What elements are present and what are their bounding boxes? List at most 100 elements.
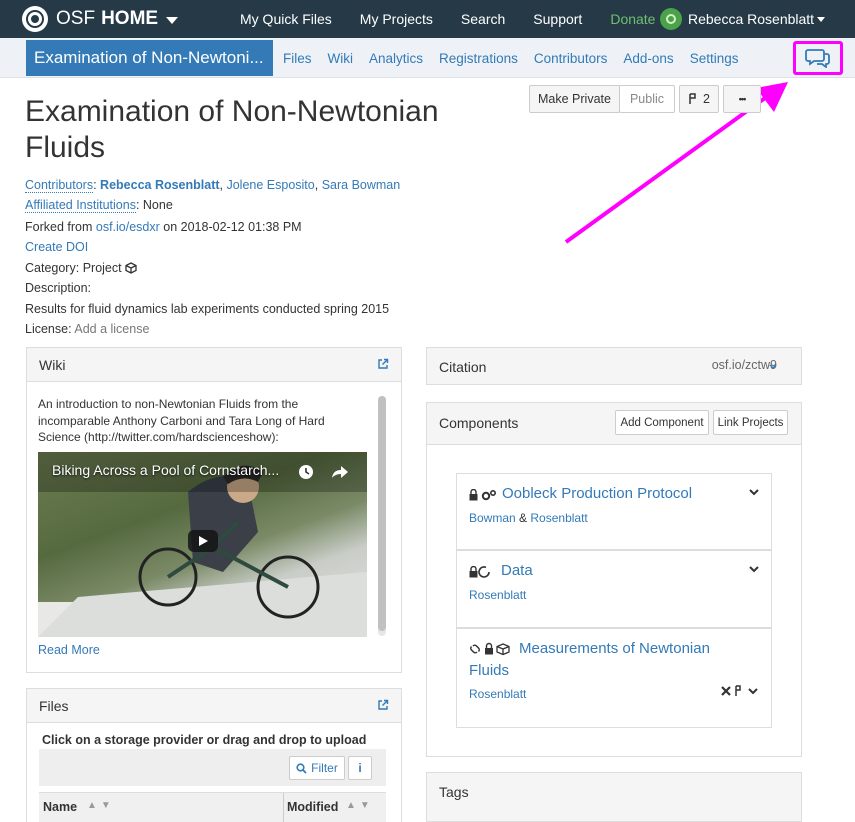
osf-logo-icon (22, 6, 48, 32)
chevron-down-icon (769, 364, 777, 370)
link-projects-button[interactable]: Link Projects (713, 410, 788, 435)
nav-my-projects[interactable]: My Projects (360, 11, 433, 27)
contributor-link[interactable]: Jolene Esposito (226, 178, 314, 192)
affiliated-label[interactable]: Affiliated Institutions (25, 198, 136, 213)
component-title-link[interactable]: Measurements of Newtonian (519, 640, 710, 657)
external-link-icon[interactable] (377, 358, 389, 370)
cube-icon (125, 262, 137, 274)
affiliated-line: Affiliated Institutions: None (25, 198, 173, 212)
wiki-scroll-thumb[interactable] (378, 396, 386, 631)
license-label: License: (25, 322, 72, 336)
chevron-down-icon[interactable] (748, 488, 760, 496)
files-panel-header: Files (27, 689, 401, 723)
tags-panel: Tags (426, 772, 802, 822)
contributor-link[interactable]: Rosenblatt (530, 511, 587, 525)
project-nav-title[interactable]: Examination of Non-Newtoni... (26, 40, 273, 76)
video-player[interactable]: Biking Across a Pool of Cornstarch... (38, 452, 367, 637)
add-license-link[interactable]: Add a license (74, 322, 149, 336)
sort-arrows-icon[interactable]: ▲▼ (87, 800, 115, 811)
caret-down-icon (817, 17, 825, 22)
tags-title: Tags (439, 784, 469, 800)
contributor-link[interactable]: Rosenblatt (469, 588, 526, 602)
make-private-button[interactable]: Make Private (529, 85, 620, 113)
citation-url: osf.io/zctw9 (712, 358, 777, 372)
contributors-label[interactable]: Contributors (25, 178, 93, 193)
nav-my-quick-files[interactable]: My Quick Files (240, 11, 332, 27)
create-doi-link[interactable]: Create DOI (25, 240, 88, 254)
col-modified[interactable]: Modified (287, 800, 338, 814)
watch-later-icon[interactable] (298, 464, 314, 480)
contributor-link[interactable]: Sara Bowman (322, 178, 401, 192)
filter-button[interactable]: Filter (289, 756, 345, 780)
filter-label: Filter (311, 761, 338, 775)
osf-home-brand[interactable]: OSF HOME (22, 0, 178, 38)
description-text: Results for fluid dynamics lab experimen… (25, 302, 389, 316)
component-contributors: Bowman & Rosenblatt (469, 511, 588, 525)
wiki-panel-header: Wiki (27, 348, 401, 382)
lock-circle-icon (469, 566, 493, 578)
share-icon[interactable] (331, 464, 349, 480)
component-item: Oobleck Production Protocol Bowman & Ros… (456, 473, 772, 550)
files-panel-title: Files (39, 698, 69, 714)
user-menu[interactable]: Rebecca Rosenblatt (660, 0, 825, 38)
project-navbar: Examination of Non-Newtoni... Files Wiki… (0, 38, 855, 78)
col-name[interactable]: Name (43, 800, 77, 814)
create-doi-line: Create DOI (25, 240, 88, 254)
video-title[interactable]: Biking Across a Pool of Cornstarch... (52, 462, 279, 478)
ampersand: & (519, 511, 527, 525)
remove-fork-chevron-icons[interactable] (721, 685, 761, 697)
tab-add-ons[interactable]: Add-ons (623, 51, 673, 66)
forked-prefix: Forked from (25, 220, 92, 234)
contributor-link[interactable]: Rosenblatt (469, 687, 526, 701)
tab-files[interactable]: Files (283, 51, 312, 66)
forked-line: Forked from osf.io/esdxr on 2018-02-12 0… (25, 220, 302, 234)
affiliated-value: None (143, 198, 173, 212)
user-name: Rebecca Rosenblatt (688, 11, 814, 27)
comments-button[interactable] (793, 41, 843, 75)
tab-settings[interactable]: Settings (690, 51, 739, 66)
public-button[interactable]: Public (619, 85, 675, 113)
info-button[interactable]: i (348, 756, 372, 780)
contributor-link[interactable]: Rebecca Rosenblatt (100, 178, 219, 192)
chevron-down-icon[interactable] (748, 565, 760, 573)
citation-panel[interactable]: Citation osf.io/zctw9 (426, 347, 802, 385)
files-table-header: Name ▲▼ Modified ▲▼ (39, 792, 386, 822)
tab-analytics[interactable]: Analytics (369, 51, 423, 66)
external-link-icon[interactable] (377, 699, 389, 711)
components-title: Components (439, 415, 518, 431)
contributor-link[interactable]: Bowman (469, 511, 516, 525)
nav-donate[interactable]: Donate (610, 11, 655, 27)
sort-arrows-icon[interactable]: ▲▼ (346, 800, 374, 811)
column-divider (283, 793, 284, 822)
comments-icon (805, 48, 831, 68)
link-lock-cube-icon (469, 642, 513, 656)
play-button[interactable] (188, 530, 218, 552)
component-title-link[interactable]: Oobleck Production Protocol (502, 485, 692, 502)
files-toolbar: Filter i (39, 749, 386, 786)
tab-wiki[interactable]: Wiki (328, 51, 354, 66)
component-item: Measurements of Newtonian Fluids Rosenbl… (456, 628, 772, 728)
category-label: Category: (25, 261, 79, 275)
tab-registrations[interactable]: Registrations (439, 51, 518, 66)
caret-down-icon (166, 17, 178, 24)
read-more-link[interactable]: Read More (38, 643, 100, 657)
category-value: Project (83, 261, 122, 275)
component-title-link-cont[interactable]: Fluids (469, 662, 509, 679)
component-item: Data Rosenblatt (456, 550, 772, 628)
brand-osf: OSF (56, 8, 95, 30)
forks-button[interactable]: 2 (679, 85, 719, 113)
forked-suffix: on 2018-02-12 01:38 PM (163, 220, 301, 234)
component-title-link[interactable]: Data (501, 562, 533, 579)
nav-search[interactable]: Search (461, 11, 505, 27)
add-component-button[interactable]: Add Component (615, 410, 709, 435)
fork-icon (688, 93, 698, 105)
category-line: Category: Project (25, 261, 137, 275)
upload-hint: Click on a storage provider or drag and … (42, 733, 366, 747)
more-options-button[interactable]: ••• (723, 85, 761, 113)
contributors-line: Contributors: Rebecca Rosenblatt, Jolene… (25, 178, 400, 192)
forked-from-link[interactable]: osf.io/esdxr (96, 220, 160, 234)
tab-contributors[interactable]: Contributors (534, 51, 608, 66)
wiki-scrollbar[interactable] (378, 396, 386, 636)
nav-support[interactable]: Support (533, 11, 582, 27)
search-icon (296, 763, 307, 774)
